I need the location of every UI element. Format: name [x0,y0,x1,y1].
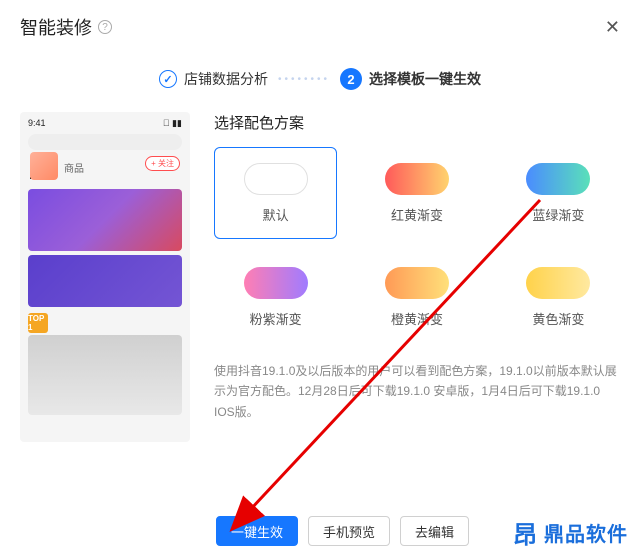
swatch-orange-yellow [385,267,449,299]
step-1: ✓ 店铺数据分析 [159,69,268,89]
scheme-yellow[interactable]: 黄色渐变 [497,251,620,343]
step-connector: •••••••• [278,74,330,85]
step-2-label: 选择模板一键生效 [369,69,481,89]
follow-button: + 关注 [145,156,180,171]
scheme-name: 默认 [263,205,289,224]
modal-header: 智能装修 ? ✕ [0,0,640,50]
swatch-red-yellow [385,163,449,195]
watermark-logo-icon: 昂 [513,515,538,550]
modal: 智能装修 ? ✕ ✓ 店铺数据分析 •••••••• 2 选择模板一键生效 9:… [0,0,640,560]
scheme-default[interactable]: 默认 [214,147,337,239]
content-area: 9:41 􀙇 ▮▮ + 关注 精选 商品 TOP 1 选择配色方案 默认 [0,112,640,442]
scheme-orange-yellow[interactable]: 橙黄渐变 [355,251,478,343]
phone-search-bar [28,134,182,150]
scheme-name: 红黄渐变 [391,205,443,224]
swatch-pink-purple [244,267,308,299]
watermark: 昂 鼎品软件 [513,515,628,550]
phone-status-bar: 9:41 􀙇 ▮▮ [20,112,190,130]
scheme-grid: 默认 红黄渐变 蓝绿渐变 粉紫渐变 橙黄渐变 [214,147,620,343]
apply-button[interactable]: 一键生效 [216,516,298,546]
scheme-name: 蓝绿渐变 [532,205,584,224]
watermark-text: 鼎品软件 [544,518,628,547]
go-edit-button[interactable]: 去编辑 [400,516,469,546]
scheme-name: 黄色渐变 [532,309,584,328]
help-icon[interactable]: ? [98,20,112,34]
title-wrap: 智能装修 ? [20,14,112,40]
scheme-title: 选择配色方案 [214,112,620,133]
step-2: 2 选择模板一键生效 [340,68,481,90]
check-icon: ✓ [159,70,177,88]
scheme-red-yellow[interactable]: 红黄渐变 [355,147,478,239]
tab-products: 商品 [64,160,84,179]
mobile-preview-button[interactable]: 手机预览 [308,516,390,546]
phone-preview: 9:41 􀙇 ▮▮ + 关注 精选 商品 TOP 1 [20,112,190,442]
version-hint: 使用抖音19.1.0及以后版本的用户可以看到配色方案，19.1.0以前版本默认展… [214,361,620,422]
swatch-yellow [526,267,590,299]
scheme-pink-purple[interactable]: 粉紫渐变 [214,251,337,343]
step-1-label: 店铺数据分析 [184,69,268,89]
preview-banner-3 [28,335,182,415]
top-badge: TOP 1 [28,313,48,333]
scheme-name: 橙黄渐变 [391,309,443,328]
scheme-blue-green[interactable]: 蓝绿渐变 [497,147,620,239]
modal-title: 智能装修 [20,14,92,40]
phone-time: 9:41 [28,118,46,128]
step-2-num: 2 [340,68,362,90]
scheme-name: 粉紫渐变 [250,309,302,328]
shop-avatar [30,152,58,180]
signal-icon: 􀙇 ▮▮ [163,118,182,129]
preview-banner-1 [28,189,182,251]
steps-bar: ✓ 店铺数据分析 •••••••• 2 选择模板一键生效 [0,50,640,112]
swatch-default [244,163,308,195]
scheme-panel: 选择配色方案 默认 红黄渐变 蓝绿渐变 粉紫渐变 [214,112,620,442]
preview-banner-2 [28,255,182,307]
swatch-blue-green [526,163,590,195]
close-icon[interactable]: ✕ [605,17,620,38]
